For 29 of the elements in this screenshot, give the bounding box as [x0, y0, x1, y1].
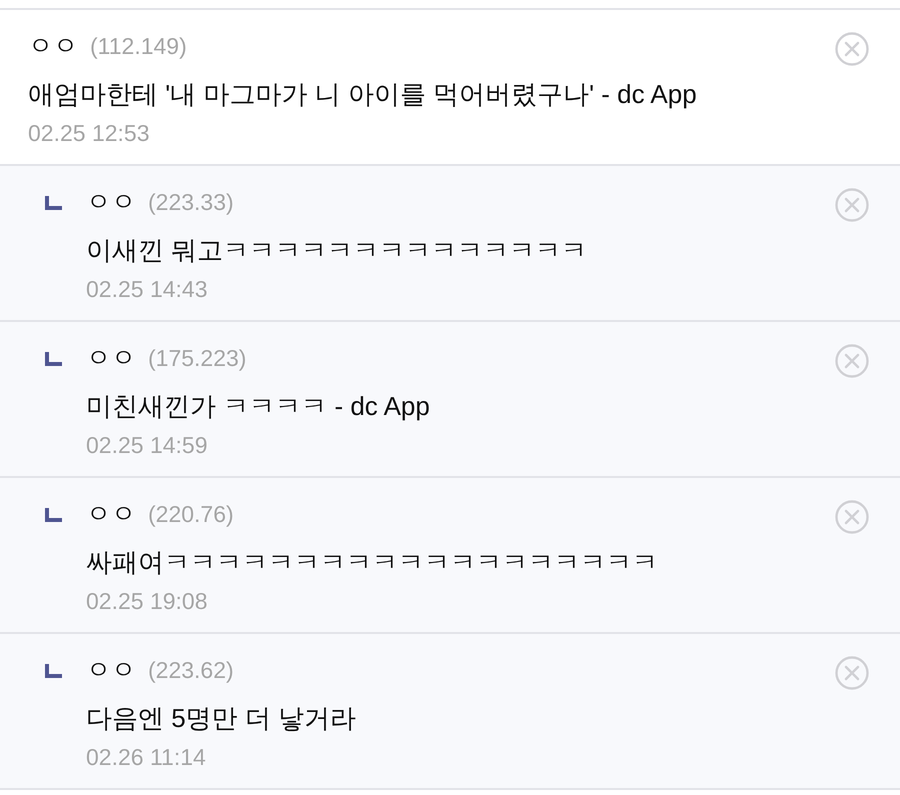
- author-name: ㅇㅇ: [86, 655, 136, 685]
- reply-corner-icon: [45, 664, 62, 678]
- author-name: ㅇㅇ: [86, 187, 136, 217]
- comment-date: 02.25 14:43: [86, 275, 208, 304]
- close-icon[interactable]: [835, 32, 869, 66]
- author-name: ㅇㅇ: [86, 343, 136, 373]
- reply-corner-icon: [45, 508, 62, 522]
- close-icon[interactable]: [835, 656, 869, 690]
- reply-corner-icon: [45, 196, 62, 210]
- comment-date: 02.26 11:14: [86, 743, 206, 772]
- ip-address: (112.149): [90, 32, 187, 61]
- comment-date: 02.25 14:59: [86, 431, 208, 460]
- ip-address: (175.223): [148, 344, 246, 373]
- comment-text: 다음엔 5명만 더 낳거라: [86, 702, 356, 735]
- comment-text: 싸패여ㅋㅋㅋㅋㅋㅋㅋㅋㅋㅋㅋㅋㅋㅋㅋㅋㅋㅋㅋ: [86, 546, 658, 579]
- ip-address: (223.62): [148, 656, 234, 685]
- ip-address: (223.33): [148, 188, 234, 217]
- comment-text: 미친새낀가 ㅋㅋㅋㅋ - dc App: [86, 390, 430, 423]
- comment-date: 02.25 19:08: [86, 587, 208, 616]
- close-icon[interactable]: [835, 500, 869, 534]
- comment-text: 애엄마한테 '내 마그마가 니 아이를 먹어버렸구나' - dc App: [28, 78, 697, 111]
- ip-address: (220.76): [148, 500, 234, 529]
- comment-date: 02.25 12:53: [28, 119, 150, 148]
- author-name: ㅇㅇ: [28, 31, 78, 61]
- author-name: ㅇㅇ: [86, 499, 136, 529]
- comment-text: 이새낀 뭐고ㅋㅋㅋㅋㅋㅋㅋㅋㅋㅋㅋㅋㅋㅋ: [86, 234, 588, 267]
- close-icon[interactable]: [835, 188, 869, 222]
- close-icon[interactable]: [835, 344, 869, 378]
- reply-corner-icon: [45, 352, 62, 366]
